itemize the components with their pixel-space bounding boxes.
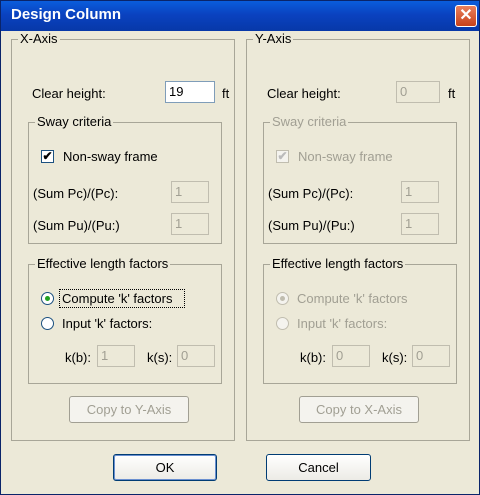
ok-button[interactable]: OK (113, 454, 217, 481)
y-compute-k-radio[interactable] (276, 292, 289, 305)
y-sum-pu-label: (Sum Pu)/(Pu:) (268, 218, 355, 233)
x-elf-legend: Effective length factors (35, 256, 171, 271)
copy-to-y-axis-button[interactable]: Copy to Y-Axis (69, 396, 189, 423)
x-effective-length-group: Effective length factors Compute 'k' fac… (28, 256, 222, 384)
x-clear-height-input[interactable]: 19 (165, 81, 215, 103)
y-input-k-label[interactable]: Input 'k' factors: (297, 316, 387, 331)
x-clear-height-unit: ft (222, 86, 230, 101)
y-effective-length-group: Effective length factors Compute 'k' fac… (263, 256, 457, 384)
x-compute-k-label[interactable]: Compute 'k' factors (62, 291, 172, 306)
x-sum-pc-label: (Sum Pc)/(Pc): (33, 186, 119, 201)
window-title: Design Column (11, 6, 122, 23)
x-axis-legend: X-Axis (18, 31, 60, 46)
y-clear-height-unit: ft (448, 86, 456, 101)
x-non-sway-checkbox[interactable]: ✔ (41, 150, 54, 163)
x-sway-criteria-group: Sway criteria ✔ Non-sway frame (Sum Pc)/… (28, 114, 222, 244)
y-kb-label: k(b): (300, 350, 326, 365)
y-sum-pc-input[interactable]: 1 (401, 181, 439, 203)
design-column-dialog: Design Column ✕ X-Axis Clear height: 19 … (0, 0, 480, 495)
y-sum-pu-input[interactable]: 1 (401, 213, 439, 235)
x-kb-label: k(b): (65, 350, 91, 365)
x-clear-height-label: Clear height: (32, 86, 106, 101)
x-kb-input[interactable]: 1 (97, 345, 135, 367)
y-ks-label: k(s): (382, 350, 408, 365)
x-non-sway-label[interactable]: Non-sway frame (63, 149, 158, 164)
y-axis-group: Y-Axis Clear height: 0 ft Sway criteria … (246, 31, 470, 441)
x-input-k-label[interactable]: Input 'k' factors: (62, 316, 152, 331)
title-bar[interactable]: Design Column ✕ (1, 1, 479, 31)
y-clear-height-label: Clear height: (267, 86, 341, 101)
copy-to-x-axis-button[interactable]: Copy to X-Axis (299, 396, 419, 423)
x-axis-group: X-Axis Clear height: 19 ft Sway criteria… (11, 31, 235, 441)
x-ks-input[interactable]: 0 (177, 345, 215, 367)
x-sum-pu-input[interactable]: 1 (171, 213, 209, 235)
x-sway-legend: Sway criteria (35, 114, 114, 129)
y-kb-input[interactable]: 0 (332, 345, 370, 367)
x-sum-pu-label: (Sum Pu)/(Pu:) (33, 218, 120, 233)
y-sway-legend: Sway criteria (270, 114, 349, 129)
y-compute-k-label[interactable]: Compute 'k' factors (297, 291, 407, 306)
close-icon: ✕ (459, 7, 473, 24)
y-sway-criteria-group: Sway criteria ✔ Non-sway frame (Sum Pc)/… (263, 114, 457, 244)
y-non-sway-checkbox[interactable]: ✔ (276, 150, 289, 163)
x-input-k-radio[interactable] (41, 317, 54, 330)
x-compute-k-radio[interactable] (41, 292, 54, 305)
y-axis-legend: Y-Axis (253, 31, 294, 46)
y-ks-input[interactable]: 0 (412, 345, 450, 367)
x-sum-pc-input[interactable]: 1 (171, 181, 209, 203)
y-non-sway-label[interactable]: Non-sway frame (298, 149, 393, 164)
y-clear-height-input[interactable]: 0 (396, 81, 440, 103)
y-elf-legend: Effective length factors (270, 256, 406, 271)
close-button[interactable]: ✕ (455, 5, 477, 27)
cancel-button[interactable]: Cancel (266, 454, 371, 481)
x-ks-label: k(s): (147, 350, 173, 365)
y-input-k-radio[interactable] (276, 317, 289, 330)
y-sum-pc-label: (Sum Pc)/(Pc): (268, 186, 354, 201)
